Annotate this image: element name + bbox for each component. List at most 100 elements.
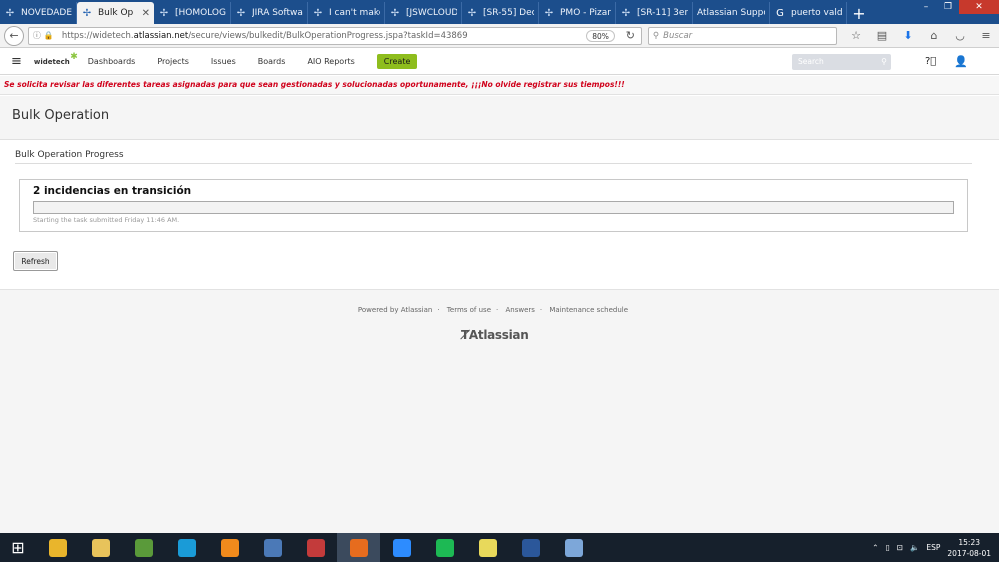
- jira-nav: Dashboards Projects Issues Boards AIO Re…: [88, 57, 377, 66]
- tab-label: Bulk Op: [98, 8, 134, 18]
- help-icon[interactable]: ?⃝: [925, 56, 936, 67]
- footer-link-terms[interactable]: Terms of use: [447, 306, 491, 314]
- pocket-icon[interactable]: ◡: [947, 29, 973, 42]
- browser-tab[interactable]: ✢ JIRA Softwar: [231, 2, 308, 24]
- browser-search-input[interactable]: ⚲ Buscar: [647, 26, 837, 45]
- minimize-button[interactable]: –: [915, 0, 937, 14]
- footer-links: Powered by Atlassian · Terms of use · Answ…: [357, 306, 629, 314]
- widetech-logo[interactable]: widetech ✱: [34, 52, 78, 66]
- tab-label: [JSWCLOUD: [406, 8, 457, 18]
- sticky-notes-icon[interactable]: [466, 533, 509, 562]
- browser-tab[interactable]: ✢ NOVEDADES: [0, 2, 77, 24]
- windows-start-icon[interactable]: ⊞: [0, 533, 36, 562]
- restore-button[interactable]: ❐: [937, 0, 959, 14]
- url-text[interactable]: https://widetech.atlassian.net/secure/vi…: [62, 31, 468, 41]
- clock[interactable]: 15:23 2017-08-01: [947, 537, 991, 559]
- create-button[interactable]: Create: [376, 54, 418, 69]
- jira-icon: ✢: [159, 7, 169, 19]
- windows-taskbar: ⊞ ⌃ ▯ ⊡ 🔈 ESP 15:23 2017-08-01: [0, 533, 999, 562]
- announcement-banner: Se solicita revisar las diferentes tarea…: [0, 76, 999, 95]
- nav-dashboards[interactable]: Dashboards: [88, 57, 136, 66]
- browser-tab-bar: ✢ NOVEDADES ✢ Bulk Op ✕ ✢ [HOMOLOG ✢ JIRA Softwa…: [0, 0, 999, 24]
- paint-icon[interactable]: [552, 533, 595, 562]
- lock-icon[interactable]: 🔒: [44, 31, 54, 40]
- tab-label: puerto valdi: [791, 8, 842, 18]
- atlassian-logo[interactable]: ȾAtlassian: [461, 328, 529, 342]
- system-tray: ⌃ ▯ ⊡ 🔈 ESP 15:23 2017-08-01: [872, 537, 999, 559]
- browser-tab[interactable]: Atlassian Suppo: [693, 2, 770, 24]
- back-arrow-icon: ←: [9, 29, 19, 42]
- url-bar[interactable]: ⓘ 🔒 https://widetech.atlassian.net/secur…: [27, 26, 642, 45]
- browser-nav-bar: ← ⓘ 🔒 https://widetech.atlassian.net/sec…: [0, 24, 999, 48]
- user-avatar[interactable]: 👤: [954, 55, 968, 68]
- firefox-icon-glyph: [349, 538, 368, 557]
- volume-icon[interactable]: 🔈: [910, 543, 919, 552]
- jira-icon: ✢: [5, 7, 15, 19]
- skype-icon[interactable]: [165, 533, 208, 562]
- info-icon[interactable]: ⓘ: [33, 30, 41, 41]
- browser-tab[interactable]: ✢ Bulk Op ✕: [77, 2, 154, 24]
- browser-tab[interactable]: ✢ I can't make: [308, 2, 385, 24]
- tab-label: NOVEDADES: [21, 8, 72, 18]
- jira-icon: ✢: [82, 7, 92, 19]
- new-tab-button[interactable]: +: [847, 2, 871, 24]
- remote-desktop-icon-glyph: [263, 538, 282, 557]
- browser-tab[interactable]: ✢ PMO - Pizar: [539, 2, 616, 24]
- footer-link-maintenance[interactable]: Maintenance schedule: [549, 306, 628, 314]
- network-icon[interactable]: ⊡: [897, 543, 903, 552]
- reload-icon[interactable]: ↻: [626, 29, 635, 42]
- browser-tab[interactable]: ✢ [HOMOLOG: [154, 2, 231, 24]
- menu-icon[interactable]: ≡: [973, 29, 999, 42]
- firefox-icon[interactable]: [337, 533, 380, 562]
- tab-label: Atlassian Suppo: [697, 8, 765, 18]
- spotify-icon-glyph: [435, 538, 454, 557]
- nav-boards[interactable]: Boards: [258, 57, 286, 66]
- google-icon: G: [776, 7, 784, 19]
- vlc-icon[interactable]: [208, 533, 251, 562]
- snipping-tool-icon[interactable]: [294, 533, 337, 562]
- app-switcher-icon[interactable]: ≡: [11, 54, 22, 69]
- activity-monitor-icon[interactable]: [122, 533, 165, 562]
- language-indicator[interactable]: ESP: [926, 543, 940, 552]
- chrome-icon[interactable]: [36, 533, 79, 562]
- browser-tab[interactable]: ✢ [SR-11] 3er [: [616, 2, 693, 24]
- zoom-icon[interactable]: [380, 533, 423, 562]
- search-icon: ⚲: [652, 30, 660, 41]
- browser-tab[interactable]: ✢ [JSWCLOUD: [385, 2, 462, 24]
- battery-icon[interactable]: ▯: [886, 543, 890, 552]
- tab-label: [SR-11] 3er [: [637, 8, 688, 18]
- page-title: Bulk Operation: [12, 108, 110, 123]
- clock-time: 15:23: [958, 537, 981, 547]
- close-tab-icon[interactable]: ✕: [142, 8, 150, 19]
- browser-tab[interactable]: Gpuerto valdi: [770, 2, 847, 24]
- jira-icon: ✢: [621, 7, 631, 19]
- footer-link-powered-by[interactable]: Powered by Atlassian: [358, 306, 432, 314]
- browser-tab[interactable]: ✢ [SR-55] Decl: [462, 2, 539, 24]
- word-icon[interactable]: [509, 533, 552, 562]
- spotify-icon[interactable]: [423, 533, 466, 562]
- tab-label: I can't make: [329, 8, 380, 18]
- reading-list-icon[interactable]: ▤: [869, 29, 895, 42]
- sticky-notes-icon-glyph: [478, 538, 497, 557]
- jira-icon: ✢: [390, 7, 400, 19]
- home-icon[interactable]: ⌂: [921, 29, 947, 42]
- file-explorer-icon[interactable]: [79, 533, 122, 562]
- jira-search-input[interactable]: Search ⚲: [792, 54, 891, 70]
- refresh-button[interactable]: Refresh: [13, 251, 58, 271]
- footer-link-answers[interactable]: Answers: [505, 306, 534, 314]
- snipping-tool-icon-glyph: [306, 538, 325, 557]
- tray-chevron-icon[interactable]: ⌃: [872, 543, 878, 552]
- zoom-indicator[interactable]: 80%: [586, 29, 615, 42]
- close-window-button[interactable]: ✕: [959, 0, 999, 14]
- tab-label: JIRA Softwar: [252, 8, 303, 18]
- remote-desktop-icon[interactable]: [251, 533, 294, 562]
- download-icon[interactable]: ⬇: [895, 29, 921, 42]
- bookmark-star-icon[interactable]: ☆: [843, 29, 869, 42]
- back-button[interactable]: ←: [4, 25, 24, 46]
- jira-icon: ✢: [544, 7, 554, 19]
- nav-aio-reports[interactable]: AIO Reports: [307, 57, 354, 66]
- nav-issues[interactable]: Issues: [211, 57, 236, 66]
- window-controls: – ❐ ✕: [915, 0, 999, 14]
- atlassian-icon: ✢: [313, 7, 323, 19]
- nav-projects[interactable]: Projects: [157, 57, 189, 66]
